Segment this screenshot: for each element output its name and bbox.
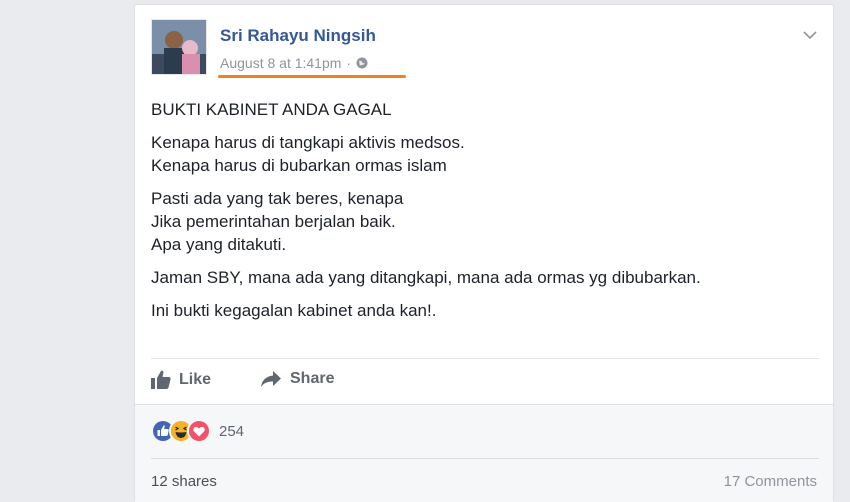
author-name[interactable]: Sri Rahayu Ningsih [220, 26, 376, 46]
shares-count[interactable]: 12 shares [151, 473, 217, 490]
post-line: Kenapa harus di tangkapi aktivis medsos. [151, 133, 465, 152]
post-line: Ini bukti kegagalan kabinet anda kan!. [151, 301, 437, 320]
meta-separator: · [346, 55, 352, 71]
love-reaction-icon [187, 419, 211, 443]
comments-count[interactable]: 17 Comments [724, 473, 817, 490]
like-label: Like [179, 370, 212, 388]
post-line: Apa yang ditakuti. [151, 235, 287, 254]
profile-photo [152, 20, 206, 74]
chevron-down-icon[interactable] [803, 27, 817, 45]
avatar[interactable] [151, 19, 207, 75]
post-timestamp[interactable]: August 8 at 1:41pm [220, 55, 341, 71]
post-line: Jaman SBY, mana ada yang ditangkapi, man… [151, 268, 701, 287]
post-line: Jika pemerintahan berjalan baik. [151, 212, 396, 231]
post-card: Sri Rahayu Ningsih August 8 at 1:41pm · … [134, 4, 834, 502]
post-line: Pasti ada yang tak beres, kenapa [151, 189, 404, 208]
share-arrow-icon [261, 371, 281, 387]
globe-icon[interactable] [356, 57, 368, 69]
post-meta: August 8 at 1:41pm · [220, 55, 368, 71]
share-label: Share [290, 370, 335, 387]
post-line: BUKTI KABINET ANDA GAGAL [151, 100, 392, 119]
thumbs-up-icon [151, 370, 171, 389]
post-body: BUKTI KABINET ANDA GAGAL Kenapa harus di… [151, 98, 811, 322]
divider [151, 458, 819, 459]
post-line: Kenapa harus di bubarkan ormas islam [151, 156, 447, 175]
share-button[interactable]: Share [260, 370, 334, 388]
divider [151, 358, 819, 359]
reactions-summary[interactable]: 254 [151, 419, 244, 443]
highlight-underline [218, 75, 406, 78]
like-button[interactable]: Like [151, 370, 211, 389]
reaction-count[interactable]: 254 [219, 423, 244, 440]
